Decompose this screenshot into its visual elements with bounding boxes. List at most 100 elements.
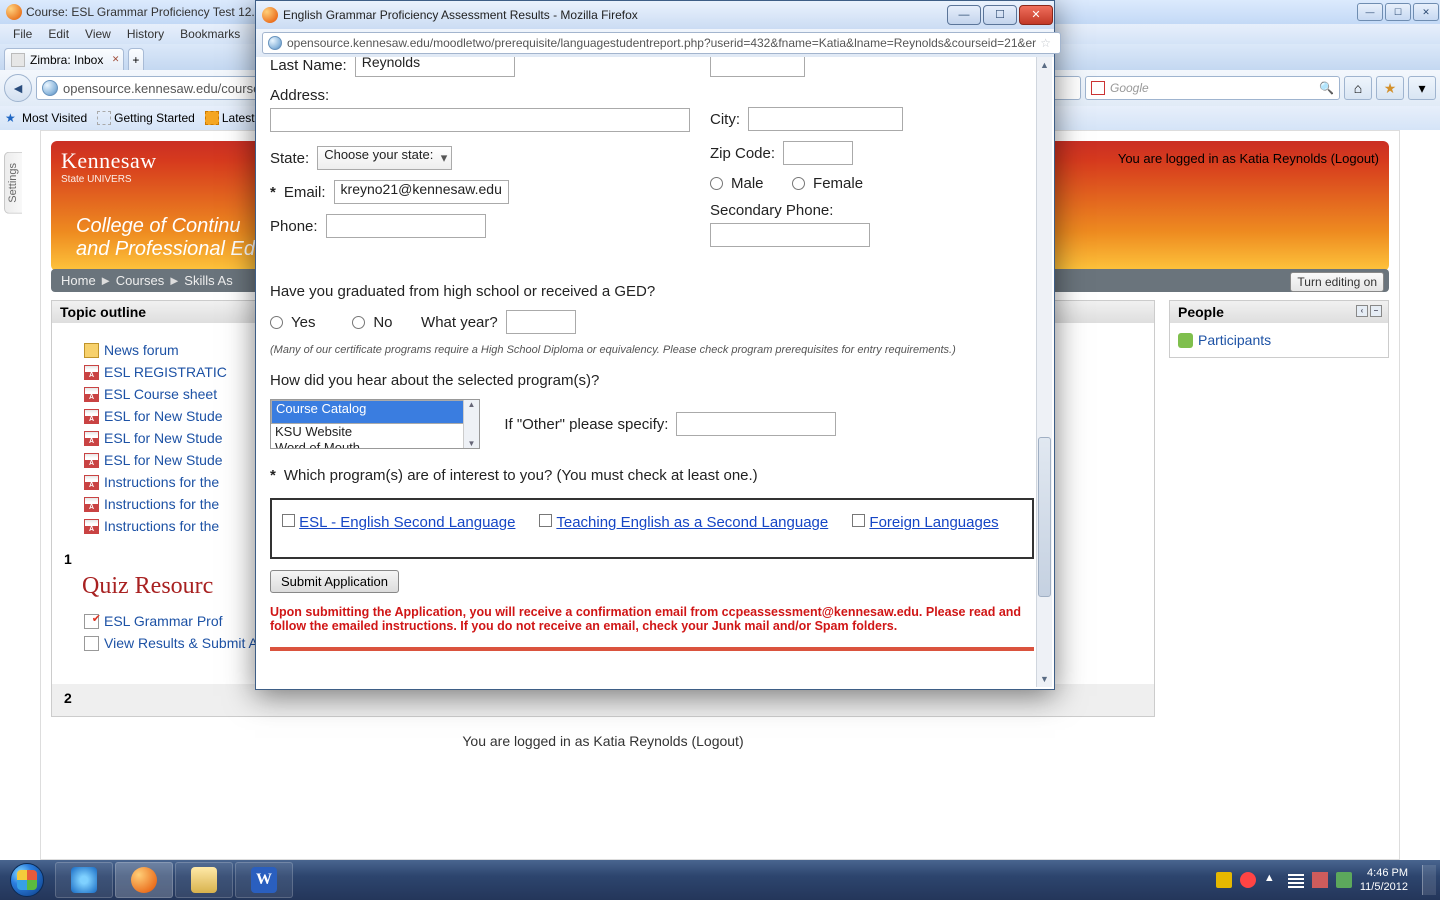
scroll-thumb[interactable] bbox=[1038, 437, 1051, 597]
hear-opt[interactable]: KSU Website bbox=[271, 424, 479, 440]
menu-file[interactable]: File bbox=[5, 27, 40, 41]
pdf-icon bbox=[84, 519, 99, 534]
crumb-home[interactable]: Home bbox=[61, 273, 96, 288]
show-desktop-button[interactable] bbox=[1422, 865, 1436, 895]
divider-line bbox=[270, 647, 1034, 651]
submit-application-button[interactable]: Submit Application bbox=[270, 570, 399, 593]
settings-tab[interactable]: Settings bbox=[4, 152, 22, 214]
zip-field[interactable] bbox=[783, 141, 853, 165]
city-field[interactable] bbox=[748, 107, 903, 131]
search-placeholder: Google bbox=[1110, 81, 1149, 95]
crumb-skills[interactable]: Skills As bbox=[184, 273, 232, 288]
gender-male-radio[interactable] bbox=[710, 177, 723, 190]
last-name-field[interactable]: Reynolds bbox=[355, 57, 515, 77]
hs-no-radio[interactable] bbox=[352, 316, 365, 329]
last-name-label: Last Name: bbox=[270, 57, 347, 74]
firefox-icon bbox=[6, 4, 22, 20]
program-foreign-link[interactable]: Foreign Languages bbox=[869, 514, 998, 531]
taskbar-clock[interactable]: 4:46 PM 11/5/2012 bbox=[1360, 866, 1408, 894]
bookmark-most-visited[interactable]: ★Most Visited bbox=[5, 111, 87, 125]
search-box[interactable]: Google 🔍 bbox=[1085, 76, 1340, 100]
yes-label: Yes bbox=[291, 314, 315, 331]
menu-view[interactable]: View bbox=[77, 27, 119, 41]
popup-title: English Grammar Proficiency Assessment R… bbox=[283, 8, 638, 22]
dock-icon[interactable]: ‹ bbox=[1356, 305, 1368, 317]
state-select[interactable]: Choose your state: bbox=[317, 146, 452, 170]
popup-firefox-window: English Grammar Proficiency Assessment R… bbox=[255, 0, 1055, 690]
program-esl-link[interactable]: ESL - English Second Language bbox=[299, 514, 515, 531]
address-field[interactable] bbox=[270, 108, 690, 132]
sec-phone-field[interactable] bbox=[710, 223, 870, 247]
tray-alert-icon[interactable] bbox=[1240, 872, 1256, 888]
tab-zimbra[interactable]: Zimbra: Inbox✕ bbox=[4, 48, 124, 70]
home-button[interactable]: ⌂ bbox=[1344, 76, 1372, 100]
tray-av-icon[interactable] bbox=[1336, 872, 1352, 888]
tray-up-icon[interactable]: ▲ bbox=[1264, 872, 1280, 888]
back-button[interactable]: ◄ bbox=[4, 74, 32, 102]
city-label: City: bbox=[710, 111, 740, 128]
tab-close-icon[interactable]: ✕ bbox=[112, 54, 120, 65]
task-firefox[interactable] bbox=[115, 862, 173, 898]
email-field[interactable]: kreyno21@kennesaw.edu bbox=[334, 180, 509, 204]
participants-link[interactable]: Participants bbox=[1176, 329, 1382, 351]
people-block: People ‹– Participants bbox=[1169, 300, 1389, 358]
task-ie[interactable] bbox=[55, 862, 113, 898]
hs-yes-radio[interactable] bbox=[270, 316, 283, 329]
menu-bookmarks[interactable]: Bookmarks bbox=[172, 27, 248, 41]
hide-icon[interactable]: – bbox=[1370, 305, 1382, 317]
email-label: Email: bbox=[284, 184, 326, 201]
task-word[interactable]: W bbox=[235, 862, 293, 898]
tray-volume-icon[interactable] bbox=[1288, 872, 1304, 888]
which-programs-question: Which program(s) are of interest to you?… bbox=[284, 467, 758, 484]
pdf-icon bbox=[84, 431, 99, 446]
other-field[interactable] bbox=[676, 412, 836, 436]
menu-edit[interactable]: Edit bbox=[40, 27, 77, 41]
menu-history[interactable]: History bbox=[119, 27, 172, 41]
unknown-field[interactable] bbox=[710, 57, 805, 77]
firefox-icon bbox=[131, 867, 157, 893]
search-icon[interactable]: 🔍 bbox=[1319, 81, 1334, 95]
phone-field[interactable] bbox=[326, 214, 486, 238]
bookmark-star-icon[interactable]: ☆ bbox=[1036, 36, 1055, 50]
maximize-button[interactable]: ☐ bbox=[1385, 3, 1411, 21]
popup-scrollbar[interactable]: ▲ ▼ bbox=[1036, 57, 1052, 687]
crumb-courses[interactable]: Courses bbox=[116, 273, 164, 288]
program-esl-checkbox[interactable] bbox=[282, 514, 295, 527]
people-block-title: People ‹– bbox=[1170, 301, 1388, 323]
program-tesl-link[interactable]: Teaching English as a Second Language bbox=[556, 514, 828, 531]
close-button[interactable]: ✕ bbox=[1413, 3, 1439, 21]
pdf-icon bbox=[84, 365, 99, 380]
minimize-button[interactable]: — bbox=[1357, 3, 1383, 21]
listbox-scrollbar[interactable]: ▲▼ bbox=[463, 400, 479, 448]
tray-flag-icon[interactable] bbox=[1312, 872, 1328, 888]
form-content: ▲ ▼ Last Name: Reynolds Address: State: … bbox=[256, 57, 1054, 689]
program-foreign-checkbox[interactable] bbox=[852, 514, 865, 527]
program-tesl-checkbox[interactable] bbox=[539, 514, 552, 527]
other-label: If "Other" please specify: bbox=[504, 416, 668, 433]
pdf-icon bbox=[84, 475, 99, 490]
star-icon: ★ bbox=[5, 111, 19, 125]
popup-maximize-button[interactable]: ☐ bbox=[983, 5, 1017, 25]
gender-female-radio[interactable] bbox=[792, 177, 805, 190]
what-year-field[interactable] bbox=[506, 310, 576, 334]
tab-new[interactable]: + bbox=[128, 48, 144, 70]
hear-opt[interactable]: Word of Mouth bbox=[271, 440, 479, 449]
turn-editing-on-button[interactable]: Turn editing on bbox=[1290, 272, 1384, 292]
hear-about-listbox[interactable]: Course Catalog KSU Website Word of Mouth… bbox=[270, 399, 480, 449]
hear-opt[interactable]: Course Catalog bbox=[271, 400, 479, 424]
globe-icon bbox=[42, 80, 58, 96]
popup-url-bar[interactable]: opensource.kennesaw.edu/moodletwo/prereq… bbox=[262, 32, 1061, 54]
scroll-down-icon[interactable]: ▼ bbox=[1037, 671, 1052, 687]
start-button[interactable] bbox=[0, 860, 54, 900]
bookmarks-button[interactable]: ★ bbox=[1376, 76, 1404, 100]
feeds-button[interactable]: ▾ bbox=[1408, 76, 1436, 100]
bookmark-getting-started[interactable]: Getting Started bbox=[97, 111, 195, 125]
tray-shield-icon[interactable] bbox=[1216, 872, 1232, 888]
participants-icon bbox=[1178, 333, 1193, 348]
task-explorer[interactable] bbox=[175, 862, 233, 898]
popup-close-button[interactable]: ✕ bbox=[1019, 5, 1053, 25]
globe-icon bbox=[268, 36, 282, 50]
scroll-up-icon[interactable]: ▲ bbox=[1037, 57, 1052, 73]
popup-minimize-button[interactable]: — bbox=[947, 5, 981, 25]
address-label: Address: bbox=[270, 87, 329, 104]
